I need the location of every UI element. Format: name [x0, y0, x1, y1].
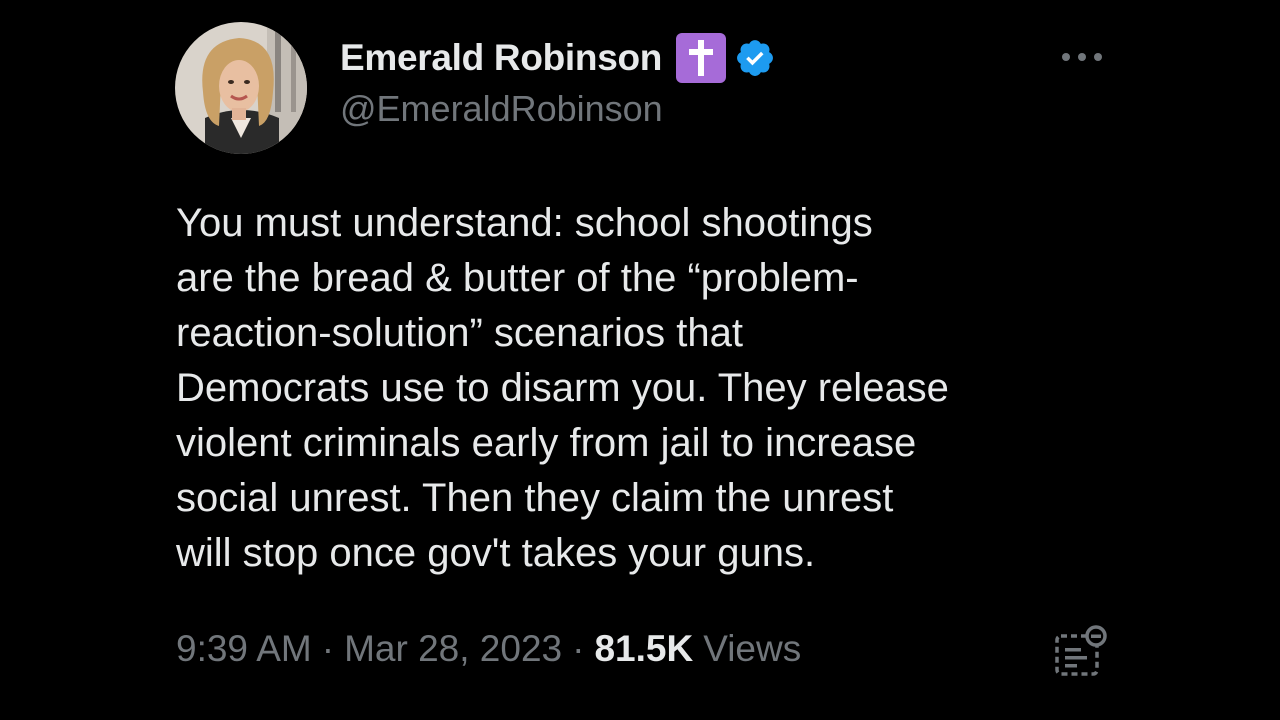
tweet-text: You must understand: school shootings ar…	[176, 201, 949, 575]
tweet-time[interactable]: 9:39 AM	[176, 628, 312, 670]
verified-checkmark-icon	[737, 40, 774, 76]
author-handle[interactable]: @EmeraldRobinson	[340, 88, 663, 130]
tweet: Emerald Robinson @EmeraldRobinson You mu…	[0, 0, 1280, 720]
avatar[interactable]	[175, 22, 307, 154]
tweet-date[interactable]: Mar 28, 2023	[344, 628, 562, 670]
meta-separator: ·	[572, 628, 585, 669]
views-count: 81.5K	[594, 628, 694, 669]
latin-cross-icon	[676, 33, 727, 83]
analytics-icon[interactable]	[1052, 624, 1110, 678]
tweet-meta: 9:39 AM · Mar 28, 2023 · 81.5K Views	[176, 628, 801, 670]
meta-separator: ·	[321, 628, 335, 669]
views-label: Views	[703, 628, 802, 669]
author-name-row: Emerald Robinson	[340, 32, 776, 84]
author-display-name[interactable]: Emerald Robinson	[340, 37, 662, 79]
avatar-image	[175, 22, 307, 154]
more-options-icon[interactable]	[1056, 42, 1108, 72]
